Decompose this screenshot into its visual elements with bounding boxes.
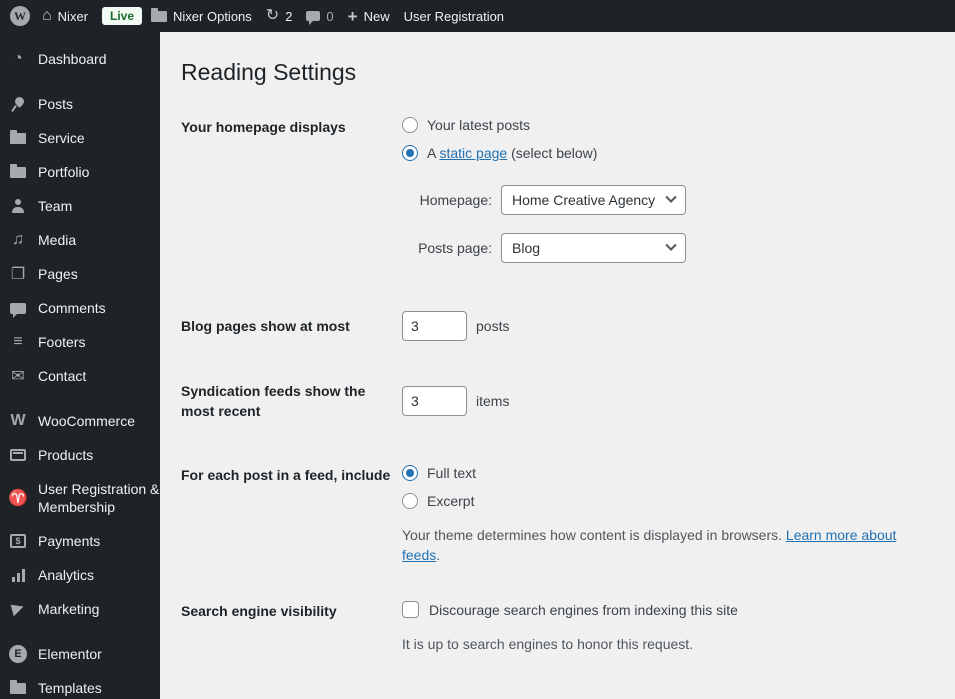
update-icon: ↻ bbox=[265, 7, 280, 24]
static-page-link[interactable]: static page bbox=[439, 145, 507, 161]
update-count: 2 bbox=[285, 8, 293, 24]
people-icon bbox=[8, 199, 28, 213]
sidebar-item-dashboard[interactable]: ◔ Dashboard bbox=[0, 42, 160, 76]
homepage-select-label: Homepage: bbox=[419, 192, 492, 208]
latest-posts-option[interactable]: Your latest posts bbox=[402, 117, 935, 133]
sidebar-item-analytics[interactable]: Analytics bbox=[0, 558, 160, 592]
sidebar-item-footers[interactable]: ≡ Footers bbox=[0, 325, 160, 359]
full-text-option[interactable]: Full text bbox=[402, 465, 935, 481]
posts-per-page-input[interactable] bbox=[402, 311, 467, 341]
excerpt-radio[interactable] bbox=[402, 493, 418, 509]
discourage-search-label: Discourage search engines from indexing … bbox=[429, 601, 738, 618]
latest-posts-radio[interactable] bbox=[402, 117, 418, 133]
sidebar-item-products[interactable]: Products bbox=[0, 438, 160, 472]
lines-icon: ≡ bbox=[13, 333, 23, 350]
sidebar-item-media[interactable]: ♫ Media bbox=[0, 223, 160, 257]
syndication-label: Syndication feeds show the most recent bbox=[181, 383, 366, 419]
folder-icon bbox=[8, 129, 28, 144]
user-registration-menu[interactable]: User Registration bbox=[404, 9, 504, 24]
static-page-option[interactable]: A static page (select below) bbox=[402, 145, 935, 161]
sidebar-item-woocommerce[interactable]: W WooCommerce bbox=[0, 404, 160, 438]
pages-icon: ❐ bbox=[10, 266, 26, 283]
dashboard-icon: ◔ bbox=[13, 50, 23, 67]
posts-page-select-value: Blog bbox=[512, 240, 541, 256]
sidebar-item-service[interactable]: Service bbox=[0, 121, 160, 155]
feed-items-input[interactable] bbox=[402, 386, 467, 416]
posts-unit-label: posts bbox=[476, 318, 510, 334]
full-text-radio[interactable] bbox=[402, 465, 418, 481]
homepage-select[interactable]: Home Creative Agency bbox=[501, 185, 686, 215]
admin-sidebar: ◔ Dashboard Posts Service Portfolio Team… bbox=[0, 32, 160, 699]
latest-posts-label: Your latest posts bbox=[427, 117, 530, 133]
discourage-search-option[interactable]: Discourage search engines from indexing … bbox=[402, 601, 935, 618]
chevron-down-icon bbox=[665, 239, 677, 251]
comment-bubble-icon bbox=[306, 11, 321, 25]
static-page-radio[interactable] bbox=[402, 145, 418, 161]
comment-count: 0 bbox=[326, 8, 334, 24]
live-badge: Live bbox=[102, 6, 143, 26]
home-icon: ⌂ bbox=[42, 7, 52, 24]
sidebar-item-user-registration[interactable]: ♈ User Registration & Membership bbox=[0, 472, 160, 524]
sidebar-item-portfolio[interactable]: Portfolio bbox=[0, 155, 160, 189]
megaphone-icon bbox=[8, 601, 28, 617]
items-unit-label: items bbox=[476, 393, 510, 409]
excerpt-option[interactable]: Excerpt bbox=[402, 493, 935, 509]
posts-page-select-label: Posts page: bbox=[418, 240, 492, 256]
user-registration-label: User Registration bbox=[403, 8, 505, 24]
woocommerce-icon: W bbox=[10, 412, 26, 429]
feed-include-label: For each post in a feed, include bbox=[181, 467, 391, 483]
plus-icon: + bbox=[347, 6, 358, 26]
sidebar-item-pages[interactable]: ❐ Pages bbox=[0, 257, 160, 291]
open-folder-icon bbox=[8, 679, 28, 694]
comments-menu[interactable]: 0 bbox=[306, 8, 334, 25]
posts-page-select[interactable]: Blog bbox=[501, 233, 686, 263]
page-title: Reading Settings bbox=[181, 59, 357, 85]
updates-menu[interactable]: ↻ 2 bbox=[266, 8, 293, 24]
comment-icon bbox=[8, 302, 28, 318]
static-page-option-label: A static page (select below) bbox=[427, 145, 598, 161]
user-registration-icon: ♈ bbox=[8, 490, 28, 507]
discourage-search-checkbox[interactable] bbox=[402, 601, 419, 618]
feed-description: Your theme determines how content is dis… bbox=[402, 527, 897, 563]
menu-separator bbox=[0, 626, 160, 637]
sidebar-item-payments[interactable]: $ Payments bbox=[0, 524, 160, 558]
sidebar-item-contact[interactable]: ✉ Contact bbox=[0, 359, 160, 393]
pushpin-icon bbox=[8, 96, 28, 112]
media-icon: ♫ bbox=[12, 231, 24, 248]
homepage-select-value: Home Creative Agency bbox=[512, 192, 656, 208]
sidebar-item-elementor[interactable]: E Elementor bbox=[0, 637, 160, 671]
site-name-label: Nixer bbox=[57, 8, 89, 24]
new-label: New bbox=[363, 8, 390, 24]
nixer-options-label: Nixer Options bbox=[173, 8, 252, 24]
new-content-menu[interactable]: + New bbox=[348, 8, 390, 25]
box-icon bbox=[8, 449, 28, 461]
chevron-down-icon bbox=[665, 191, 677, 203]
dollar-icon: $ bbox=[8, 534, 28, 548]
homepage-displays-label: Your homepage displays bbox=[181, 119, 346, 135]
site-name-menu[interactable]: ⌂ Nixer bbox=[42, 8, 88, 24]
sidebar-item-comments[interactable]: Comments bbox=[0, 291, 160, 325]
search-visibility-description: It is up to search engines to honor this… bbox=[402, 636, 694, 652]
sidebar-item-posts[interactable]: Posts bbox=[0, 87, 160, 121]
menu-separator bbox=[0, 393, 160, 404]
sidebar-item-team[interactable]: Team bbox=[0, 189, 160, 223]
blog-pages-label: Blog pages show at most bbox=[181, 318, 350, 334]
sidebar-item-marketing[interactable]: Marketing bbox=[0, 592, 160, 626]
bar-chart-icon bbox=[8, 568, 28, 582]
search-visibility-label: Search engine visibility bbox=[181, 603, 337, 619]
sidebar-item-templates[interactable]: Templates bbox=[0, 671, 160, 699]
elementor-icon: E bbox=[8, 645, 28, 663]
full-text-label: Full text bbox=[427, 465, 477, 481]
envelope-icon: ✉ bbox=[11, 368, 25, 385]
menu-separator bbox=[0, 76, 160, 87]
folder-icon bbox=[151, 7, 168, 22]
nixer-options-menu[interactable]: Nixer Options bbox=[151, 7, 252, 24]
settings-content: Reading Settings Your homepage displays … bbox=[160, 32, 955, 699]
folder-icon bbox=[8, 163, 28, 178]
admin-bar: W ⌂ Nixer Live Nixer Options ↻ 2 0 + New… bbox=[0, 0, 955, 32]
wordpress-logo-icon[interactable]: W bbox=[10, 6, 30, 26]
excerpt-label: Excerpt bbox=[427, 493, 475, 509]
